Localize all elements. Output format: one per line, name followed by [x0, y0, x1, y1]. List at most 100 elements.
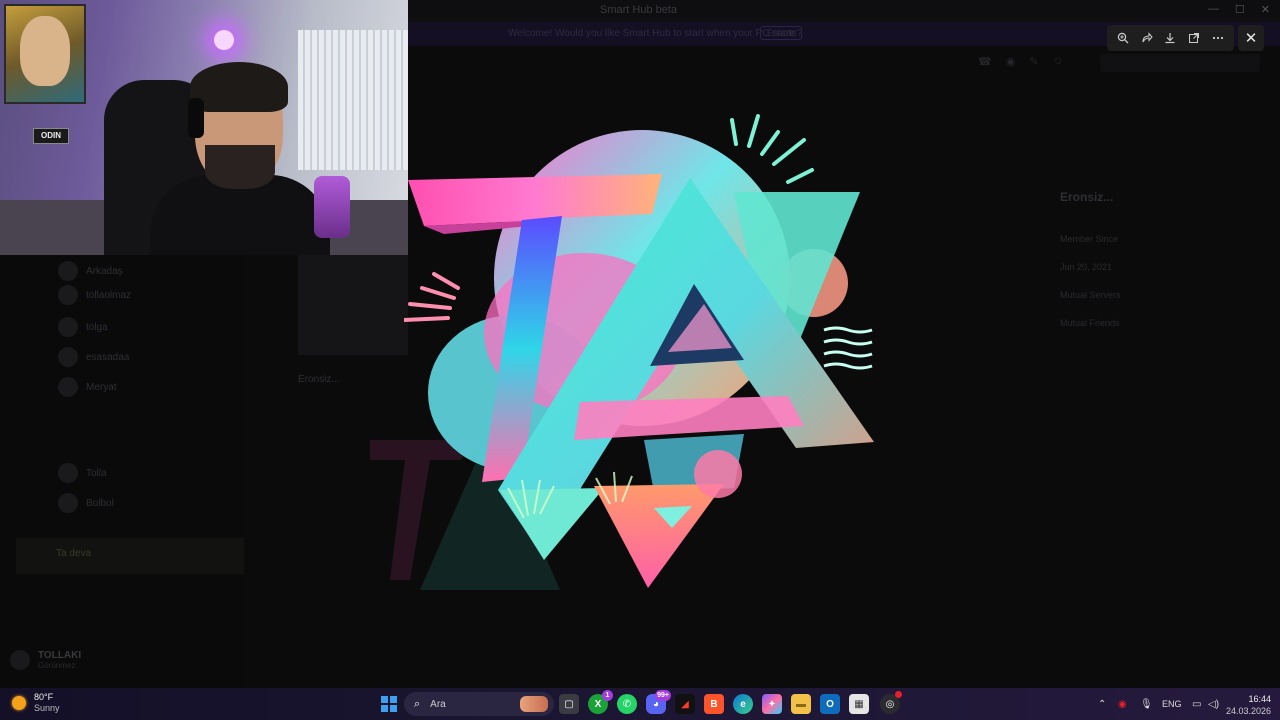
more-icon[interactable]	[1208, 28, 1228, 48]
language-indicator[interactable]: ENG	[1162, 699, 1192, 709]
members-icon[interactable]: ☺	[1053, 55, 1064, 68]
profile-row: Member Since	[1060, 234, 1119, 244]
dm-item-label: tollaolmaz	[86, 289, 132, 301]
brave-icon[interactable]: B	[704, 694, 724, 714]
window-controls: — ☐ ✕	[1208, 3, 1270, 16]
avatar	[58, 377, 78, 397]
weather-widget[interactable]: 80°F Sunny	[12, 692, 60, 714]
store-icon[interactable]: ▦	[849, 694, 869, 714]
window-close-icon[interactable]: ✕	[1261, 3, 1270, 16]
ghost-caption: Eronsiz...	[298, 374, 340, 385]
tray-app-icon[interactable]: ◉	[1118, 699, 1140, 710]
weather-desc: Sunny	[34, 703, 60, 713]
voice-call-bar[interactable]: Ta deva	[16, 538, 244, 574]
dm-item[interactable]: Arkadaş	[58, 261, 123, 281]
xbox-badge: 1	[602, 690, 613, 701]
logo-bottom-triangle	[594, 484, 724, 588]
profile-row: Jun 20, 2021	[1060, 262, 1113, 272]
ghost-preview-panel	[298, 255, 408, 355]
pin-icon[interactable]: ✎	[1029, 55, 1038, 68]
webcam-headphones	[188, 98, 204, 138]
download-icon[interactable]	[1160, 28, 1180, 48]
chat-header-icons: ☎ ◉ ✎ ☺	[978, 55, 1064, 68]
taskbar-clock[interactable]: 16:44 24.03.2026	[1226, 693, 1271, 717]
dm-item-label: Tolla	[86, 467, 107, 479]
logo-rays-left	[404, 272, 460, 322]
user-panel: TOLLAKI Görünmez	[10, 650, 81, 670]
task-view-icon[interactable]: ▢	[559, 694, 579, 714]
open-external-icon[interactable]	[1184, 28, 1204, 48]
xbox-icon[interactable]: X1	[588, 690, 613, 714]
whatsapp-icon[interactable]: ✆	[617, 694, 637, 714]
call-icon[interactable]: ☎	[978, 55, 992, 68]
maximize-icon[interactable]: ☐	[1235, 3, 1245, 16]
profile-name: Eronsiz...	[1060, 190, 1114, 204]
file-explorer-icon[interactable]: ▬	[791, 694, 811, 714]
windows-taskbar: 80°F Sunny ⌕ Ara ▢ X1 ✆ ◕ 99+ ◢ B e ✦ ▬ O…	[0, 688, 1280, 720]
webcam-sign: ODIN	[33, 128, 69, 144]
notice-text: Welcome! Would you like Smart Hub to sta…	[508, 28, 803, 39]
taskbar-search-input[interactable]: ⌕ Ara	[404, 692, 554, 716]
webcam-overlay: ODIN	[0, 0, 408, 255]
microphone-icon[interactable]: 🎙︎	[1140, 699, 1162, 710]
user-avatar[interactable]	[10, 650, 30, 670]
dm-item-label: tolga	[86, 321, 108, 333]
dm-item[interactable]: esasadaa	[58, 347, 129, 367]
dm-item-label: Bolbol	[86, 497, 114, 509]
dm-item[interactable]: tollaolmaz	[58, 285, 131, 305]
forward-icon[interactable]	[1137, 28, 1157, 48]
search-placeholder: Ara	[430, 698, 446, 710]
dm-item[interactable]: Meryat	[58, 377, 117, 397]
ta-logo-image	[404, 114, 874, 588]
webcam-person-hair	[190, 62, 288, 112]
weather-temp: 80°F	[34, 692, 54, 702]
outlook-icon[interactable]: O	[820, 694, 840, 714]
avatar	[58, 261, 78, 281]
copilot-icon[interactable]: ✦	[762, 694, 782, 714]
edge-icon[interactable]: e	[733, 694, 753, 714]
app-title: Smart Hub beta	[600, 4, 678, 16]
dm-item[interactable]: Tolla	[58, 463, 107, 483]
volume-icon[interactable]: ◁)	[1208, 699, 1224, 710]
dm-item-label: Arkadaş	[86, 265, 123, 277]
close-icon: ✕	[1244, 30, 1258, 47]
dm-item-label: Meryat	[86, 381, 117, 393]
profile-panel: Eronsiz... Member Since Jun 20, 2021 Mut…	[1060, 120, 1270, 346]
viewer-close-button[interactable]: ✕	[1238, 25, 1264, 51]
webcam-painting	[4, 4, 86, 104]
dm-item-label: esasadaa	[86, 351, 130, 363]
search-icon: ⌕	[414, 697, 421, 710]
obs-icon[interactable]: ◎	[880, 691, 902, 714]
user-status: Görünmez	[38, 661, 76, 670]
notice-enable-button[interactable]: Enable	[760, 26, 803, 40]
webcam-window-blinds	[298, 30, 408, 170]
recording-dot-icon	[895, 691, 902, 698]
chat-search-input[interactable]	[1100, 54, 1260, 72]
zoom-in-icon[interactable]	[1113, 28, 1133, 48]
minimize-icon[interactable]: —	[1208, 3, 1219, 16]
media-app-icon[interactable]: ◢	[675, 694, 695, 714]
webcam-person-beard	[205, 145, 275, 189]
avatar	[58, 493, 78, 513]
clock-date: 24.03.2026	[1226, 706, 1272, 716]
dm-item[interactable]: Bolbol	[58, 493, 114, 513]
avatar	[58, 285, 78, 305]
video-icon[interactable]: ◉	[1006, 55, 1016, 68]
dm-sidebar: Arkadaş tollaolmaz tolga esasadaa Meryat…	[0, 255, 245, 688]
discord-icon[interactable]: ◕ 99+	[646, 690, 671, 714]
system-tray: ⌃ ◉ 🎙︎ ENG ▭ ◁)	[1098, 688, 1224, 720]
profile-row[interactable]: Mutual Friends	[1060, 318, 1270, 328]
avatar	[58, 347, 78, 367]
avatar	[58, 463, 78, 483]
logo-waves-right	[823, 326, 873, 370]
network-icon[interactable]: ▭	[1192, 699, 1208, 710]
webcam-neon-light	[214, 30, 234, 50]
sun-icon	[12, 696, 26, 710]
avatar	[58, 317, 78, 337]
profile-row[interactable]: Mutual Servers	[1060, 290, 1270, 300]
start-button[interactable]	[381, 696, 397, 712]
call-label: Ta deva	[56, 548, 92, 559]
dm-item[interactable]: tolga	[58, 317, 108, 337]
webcam-microphone	[314, 176, 350, 238]
chevron-up-icon[interactable]: ⌃	[1098, 699, 1118, 710]
